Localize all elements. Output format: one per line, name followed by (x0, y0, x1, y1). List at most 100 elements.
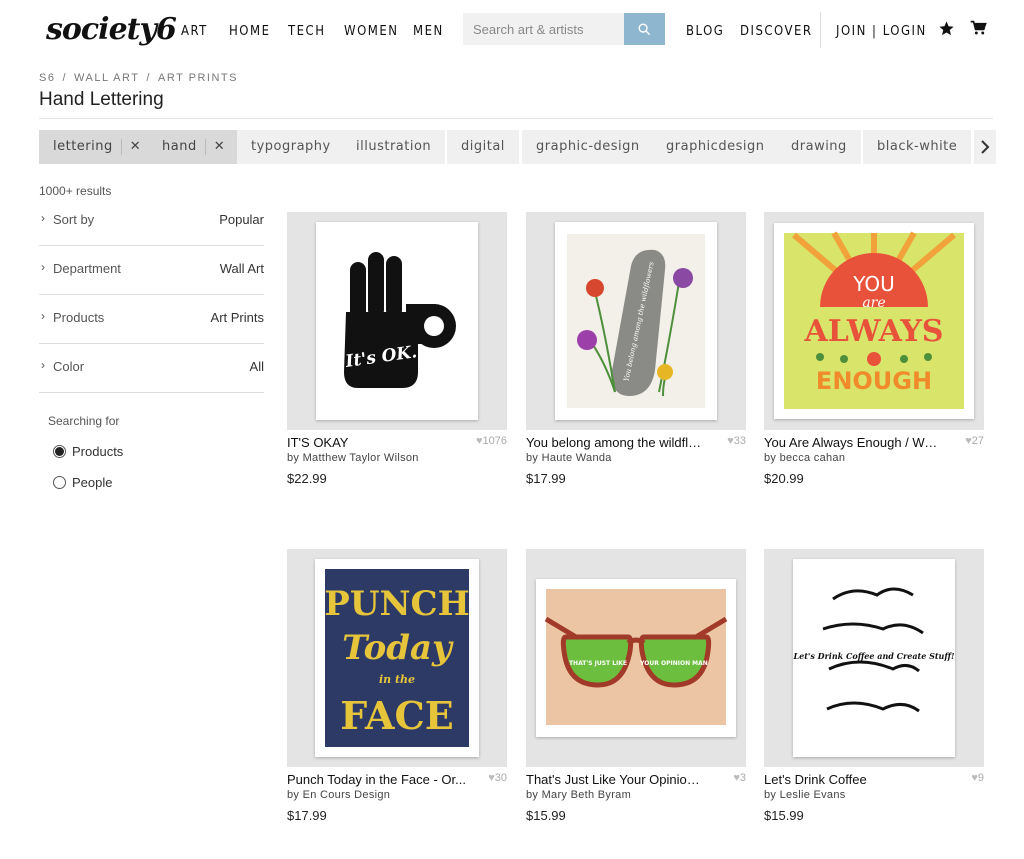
nav-men[interactable]: MEN (413, 24, 444, 39)
radio-label: People (72, 475, 113, 490)
art-print: YOU are ALWAYS ENOUGH (774, 223, 974, 419)
likes-count[interactable]: ♥30 (488, 772, 507, 784)
product-title[interactable]: You belong among the wildflo... (526, 435, 706, 450)
nav-home[interactable]: HOME (229, 24, 270, 39)
chevron-right-icon: › (41, 309, 45, 323)
product-title[interactable]: Let's Drink Coffee (764, 772, 944, 787)
breadcrumb-art-prints[interactable]: ART PRINTS (158, 72, 238, 84)
product-artist[interactable]: by En Cours Design (287, 789, 390, 801)
search-input[interactable] (463, 13, 624, 45)
product-artist[interactable]: by Matthew Taylor Wilson (287, 452, 419, 464)
product-price: $15.99 (764, 808, 804, 823)
likes-count[interactable]: ♥27 (965, 435, 984, 447)
nav-discover[interactable]: DISCOVER (740, 24, 813, 39)
art-text: are (862, 295, 885, 311)
product-artist[interactable]: by becca cahan (764, 452, 845, 464)
tag-typography[interactable]: typography (237, 130, 345, 164)
nav-tech[interactable]: TECH (288, 24, 326, 39)
product-card[interactable]: PUNCH Today in the FACE Punch Today in t… (287, 549, 507, 829)
likes-value: 1076 (482, 435, 507, 447)
breadcrumb-wall-art[interactable]: WALL ART (74, 72, 139, 84)
radio-products[interactable]: Products (53, 444, 123, 459)
radio-people[interactable]: People (53, 475, 112, 490)
searching-for-label: Searching for (48, 414, 120, 428)
art-text: YOUR OPINION MAN (639, 660, 708, 667)
filter-products[interactable]: › Products Art Prints (39, 295, 264, 344)
star-icon (938, 20, 954, 35)
nav-blog[interactable]: BLOG (686, 24, 724, 39)
nav-women[interactable]: WOMEN (344, 24, 399, 39)
product-artist[interactable]: by Mary Beth Byram (526, 789, 631, 801)
filter-value: Art Prints (210, 310, 264, 325)
product-artist[interactable]: by Leslie Evans (764, 789, 846, 801)
results-count: 1000+ results (39, 184, 112, 198)
likes-count[interactable]: ♥9 (971, 772, 984, 784)
tag-black-white[interactable]: black-white (863, 130, 972, 164)
filter-label: Color (53, 359, 85, 374)
art-text: PUNCH (324, 584, 469, 624)
always-enough-artwork: YOU are ALWAYS ENOUGH (784, 231, 964, 409)
tag-digital[interactable]: digital (447, 130, 519, 164)
tag-hand[interactable]: hand ✕ (148, 130, 240, 164)
product-artist[interactable]: by Haute Wanda (526, 452, 612, 464)
art-text: FACE (340, 693, 453, 738)
product-card[interactable]: Let's Drink Coffee and Create Stuff! Let… (764, 549, 984, 829)
punch-today-artwork: PUNCH Today in the FACE (324, 569, 470, 747)
breadcrumb-s6[interactable]: S6 (39, 72, 55, 84)
art-text: YOU (852, 272, 895, 296)
product-price: $20.99 (764, 471, 804, 486)
filter-label: Products (53, 310, 105, 325)
product-image[interactable]: You belong among the wildflowers (526, 212, 746, 430)
tag-label: hand (162, 139, 197, 154)
filter-label: Sort by (53, 212, 95, 227)
product-title[interactable]: You Are Always Enough / Wat... (764, 435, 944, 450)
product-price: $17.99 (526, 471, 566, 486)
search-button[interactable] (624, 13, 665, 45)
product-image[interactable]: THAT'S JUST LIKE YOUR OPINION MAN (526, 549, 746, 767)
filter-sort-by[interactable]: › Sort by Popular (39, 197, 264, 246)
product-title[interactable]: IT'S OKAY (287, 435, 467, 450)
product-card[interactable]: THAT'S JUST LIKE YOUR OPINION MAN That's… (526, 549, 746, 829)
filter-department[interactable]: › Department Wall Art (39, 246, 264, 295)
product-price: $22.99 (287, 471, 327, 486)
product-image[interactable]: YOU are ALWAYS ENOUGH (764, 212, 984, 430)
chevron-right-icon: › (41, 260, 45, 274)
product-card[interactable]: It's OK. IT'S OKAY ♥1076 by Matthew Tayl… (287, 212, 507, 492)
tag-lettering[interactable]: lettering ✕ (39, 130, 156, 164)
likes-value: 27 (971, 435, 984, 447)
likes-count[interactable]: ♥33 (727, 435, 746, 447)
likes-value: 9 (977, 772, 984, 784)
site-header: society6 ART HOME TECH WOMEN MEN BLOG DI… (0, 0, 1024, 62)
tags-next-button[interactable] (974, 130, 996, 164)
tag-illustration[interactable]: illustration (342, 130, 446, 164)
radio-button[interactable] (53, 445, 66, 458)
filter-value: Wall Art (219, 261, 264, 276)
radio-button[interactable] (53, 476, 66, 489)
title-divider (39, 118, 993, 119)
join-login-link[interactable]: JOIN | LOGIN (836, 24, 927, 39)
nav-art[interactable]: ART (181, 24, 208, 39)
product-card[interactable]: You belong among the wildflowers You bel… (526, 212, 746, 492)
remove-tag-icon[interactable]: ✕ (204, 139, 225, 155)
favorites-button[interactable] (936, 18, 956, 38)
product-image[interactable]: Let's Drink Coffee and Create Stuff! (764, 549, 984, 767)
likes-count[interactable]: ♥1076 (476, 435, 507, 447)
chevron-right-icon: › (41, 358, 45, 372)
sunglasses-artwork: THAT'S JUST LIKE YOUR OPINION MAN (544, 589, 728, 725)
cart-button[interactable] (968, 18, 988, 38)
tag-graphicdesign[interactable]: graphicdesign (652, 130, 779, 164)
product-image[interactable]: PUNCH Today in the FACE (287, 549, 507, 767)
art-text: Let's Drink Coffee and Create Stuff! (793, 651, 955, 661)
product-card[interactable]: YOU are ALWAYS ENOUGH You Are Always Eno… (764, 212, 984, 492)
likes-value: 30 (494, 772, 507, 784)
product-price: $15.99 (526, 808, 566, 823)
filter-color[interactable]: › Color All (39, 344, 264, 393)
product-image[interactable]: It's OK. (287, 212, 507, 430)
tag-graphic-design[interactable]: graphic-design (522, 130, 654, 164)
tag-drawing[interactable]: drawing (777, 130, 861, 164)
likes-count[interactable]: ♥3 (733, 772, 746, 784)
site-logo[interactable]: society6 (46, 12, 177, 47)
remove-tag-icon[interactable]: ✕ (120, 139, 141, 155)
product-title[interactable]: That's Just Like Your Opinion, ... (526, 772, 706, 787)
product-title[interactable]: Punch Today in the Face - Or... (287, 772, 467, 787)
